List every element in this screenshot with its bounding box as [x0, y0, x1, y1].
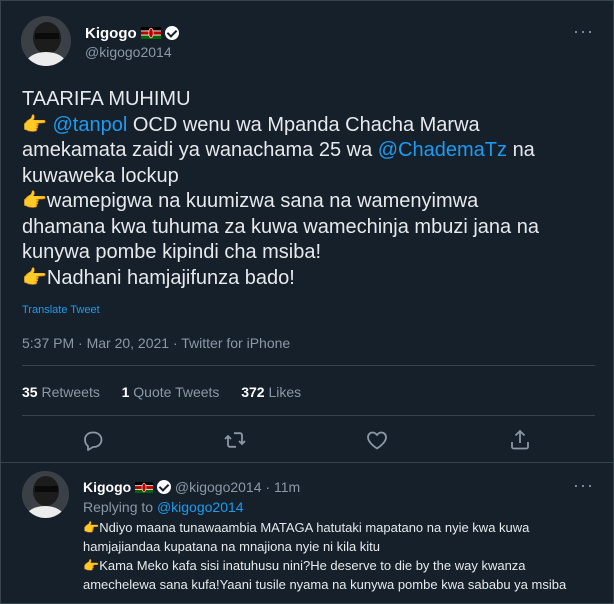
- tweet-timestamp[interactable]: 5:37 PM · Mar 20, 2021 · Twitter for iPh…: [22, 335, 290, 351]
- verified-badge-icon: [165, 26, 179, 40]
- display-name[interactable]: Kigogo: [85, 25, 137, 42]
- reply-line: 👉Kama Meko kafa sisi inatuhusu nini?He d…: [83, 556, 611, 575]
- divider: [22, 365, 595, 366]
- mention-link[interactable]: @ChademaTz: [378, 139, 507, 161]
- backhand-index-pointing-right-emoji: 👉: [22, 266, 47, 289]
- reply-line: amechelewa sana kufa!Yaani tusile nyama …: [83, 577, 567, 592]
- likes-stat[interactable]: 372 Likes: [241, 384, 301, 400]
- author-line: Kigogo: [85, 24, 179, 42]
- reply-line-text: Kama Meko kafa sisi inatuhusu nini?He de…: [99, 558, 526, 573]
- reply-time[interactable]: · 11m: [265, 479, 300, 495]
- replying-to: Replying to @kigogo2014: [83, 499, 244, 515]
- tweet-line: kuwaweka lockup: [22, 164, 179, 187]
- avatar-image: [21, 16, 71, 66]
- reply-line: 👉Ndiyo maana tunawaambia MATAGA hatutaki…: [83, 518, 611, 537]
- tweet-line-text: amekamata zaidi ya wanachama 25 wa: [22, 139, 373, 161]
- replying-to-label: Replying to: [83, 499, 154, 515]
- tweet-line: dhamana kwa tuhuma za kuwa wamechinja mb…: [22, 215, 539, 238]
- tweet-line-text: Nadhani hamjajifunza bado!: [46, 266, 295, 289]
- kenya-flag-emoji: [140, 27, 161, 39]
- like-icon[interactable]: [365, 428, 389, 452]
- reply-author-line: Kigogo @kigogo2014 · 11m: [83, 478, 300, 495]
- divider: [22, 415, 595, 416]
- reply-text: 👉Ndiyo maana tunawaambia MATAGA hatutaki…: [83, 518, 611, 594]
- tweet-stats: 35 Retweets 1 Quote Tweets 372 Likes: [22, 384, 301, 400]
- more-icon[interactable]: ···: [573, 21, 594, 42]
- retweet-icon[interactable]: [223, 428, 247, 452]
- backhand-index-pointing-right-emoji: 👉: [22, 113, 47, 136]
- tweet-thread: Kigogo @kigogo2014 ··· TAARIFA MUHIMU 👉 …: [0, 0, 614, 604]
- tweet-line-text: OCD wenu wa Mpanda Chacha Marwa: [132, 113, 480, 136]
- tweet-heading: TAARIFA MUHIMU: [22, 88, 191, 110]
- tweet-line-text: na: [512, 139, 535, 161]
- handle[interactable]: @kigogo2014: [175, 479, 262, 495]
- mention-link[interactable]: @tanpol: [52, 114, 127, 136]
- quote-tweets-stat[interactable]: 1 Quote Tweets: [122, 384, 220, 400]
- tweet-line: 👉Nadhani hamjajifunza bado!: [22, 266, 607, 292]
- display-name[interactable]: Kigogo: [83, 479, 131, 495]
- divider: [1, 462, 613, 463]
- tweet-line: amekamata zaidi ya wanachama 25 wa @Chad…: [22, 138, 607, 164]
- tweet-line-text: wamepigwa na kuumizwa sana na wamenyimwa: [46, 190, 479, 212]
- backhand-index-pointing-right-emoji: 👉: [83, 520, 100, 535]
- replying-to-link[interactable]: @kigogo2014: [157, 499, 244, 515]
- avatar[interactable]: [21, 16, 71, 66]
- backhand-index-pointing-right-emoji: 👉: [83, 558, 100, 573]
- tweet-line: kunywa pombe kipindi cha msiba!: [22, 241, 322, 263]
- reply-line-text: Ndiyo maana tunawaambia MATAGA hatutaki …: [99, 520, 530, 535]
- backhand-index-pointing-right-emoji: 👉: [22, 190, 47, 212]
- reply-icon[interactable]: [81, 428, 105, 452]
- tweet-line: 👉 @tanpol OCD wenu wa Mpanda Chacha Marw…: [22, 113, 607, 139]
- avatar-image: [22, 471, 69, 518]
- handle[interactable]: @kigogo2014: [85, 44, 172, 60]
- verified-badge-icon: [157, 480, 171, 494]
- retweets-stat[interactable]: 35 Retweets: [22, 384, 100, 400]
- avatar[interactable]: [22, 471, 69, 518]
- more-icon[interactable]: ···: [573, 475, 594, 496]
- share-icon[interactable]: [508, 428, 532, 452]
- kenya-flag-emoji: [135, 482, 154, 493]
- tweet-text: TAARIFA MUHIMU 👉 @tanpol OCD wenu wa Mpa…: [22, 87, 607, 291]
- tweet-line: 👉wamepigwa na kuumizwa sana na wamenyimw…: [22, 189, 607, 215]
- translate-tweet-link[interactable]: Translate Tweet: [22, 304, 100, 316]
- reply-line: hamjajiandaa kupatana na mnajiona nyie n…: [83, 539, 381, 554]
